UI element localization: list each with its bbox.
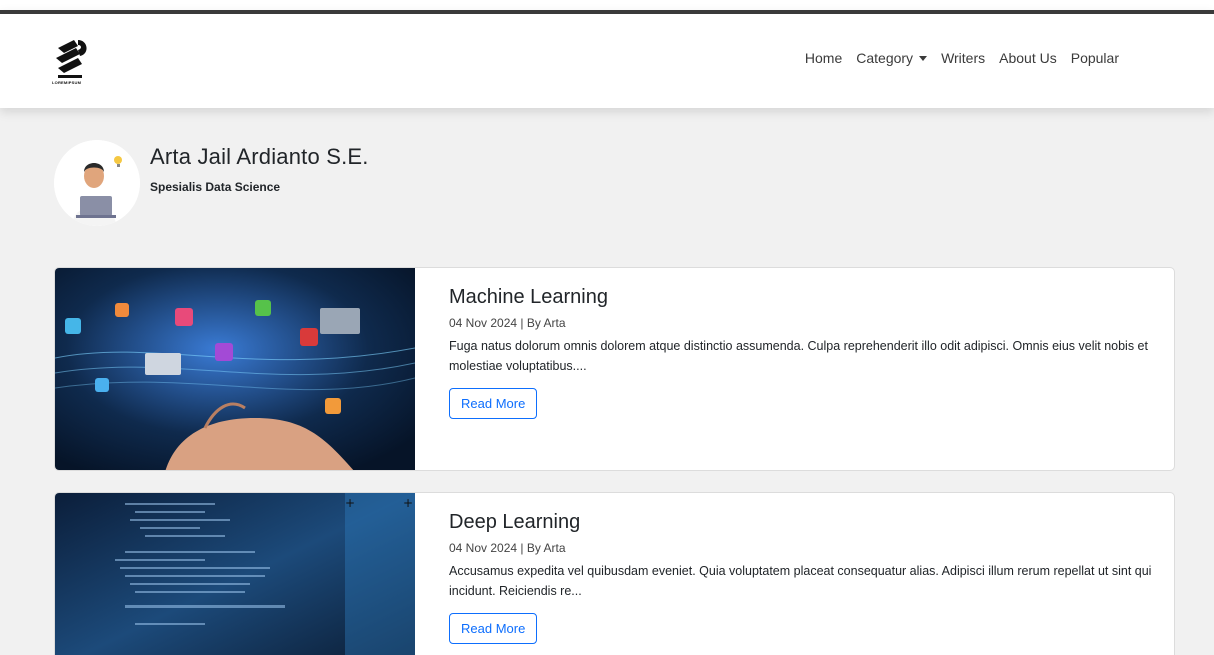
writer-avatar bbox=[54, 140, 140, 226]
nav-writers[interactable]: Writers bbox=[941, 50, 985, 66]
article-body: Deep Learning 04 Nov 2024 | By Arta Accu… bbox=[415, 493, 1174, 655]
writer-name: Arta Jail Ardianto S.E. bbox=[150, 144, 369, 169]
navbar: LOREMIPSUM Home Category Writers About U… bbox=[0, 10, 1214, 108]
read-more-button[interactable]: Read More bbox=[449, 613, 538, 644]
caret-down-icon bbox=[919, 56, 928, 61]
svg-text:+: + bbox=[403, 496, 413, 510]
person-laptop-icon bbox=[54, 140, 140, 226]
read-more-button[interactable]: Read More bbox=[449, 388, 538, 419]
svg-text:+: + bbox=[345, 496, 355, 510]
article-thumbnail[interactable]: + + bbox=[55, 493, 415, 655]
article-meta: 04 Nov 2024 | By Arta bbox=[449, 541, 566, 555]
nav-home[interactable]: Home bbox=[805, 50, 842, 66]
writer-role: Spesialis Data Science bbox=[150, 180, 281, 194]
code-screen-image: + + bbox=[55, 493, 415, 655]
nav-category-dropdown[interactable]: Category bbox=[856, 50, 928, 66]
brand-logo-text: LOREMIPSUM bbox=[52, 80, 82, 85]
article-title[interactable]: Machine Learning bbox=[449, 286, 1160, 309]
article-card: Machine Learning 04 Nov 2024 | By Arta F… bbox=[54, 267, 1175, 471]
main-nav: Home Category Writers About Us Popular bbox=[805, 50, 1119, 66]
article-excerpt: Accusamus expedita vel quibusdam eveniet… bbox=[449, 564, 1152, 598]
nav-popular[interactable]: Popular bbox=[1071, 50, 1119, 66]
article-card: + + Deep Learning 04 Nov 2024 | By Arta … bbox=[54, 492, 1175, 655]
article-meta: 04 Nov 2024 | By Arta bbox=[449, 316, 566, 330]
technology-hand-image bbox=[55, 268, 415, 470]
article-excerpt: Fuga natus dolorum omnis dolorem atque d… bbox=[449, 339, 1148, 373]
article-thumbnail[interactable] bbox=[55, 268, 415, 470]
article-body: Machine Learning 04 Nov 2024 | By Arta F… bbox=[415, 268, 1174, 470]
top-spacer bbox=[0, 0, 1214, 10]
writer-profile: Arta Jail Ardianto S.E. Spesialis Data S… bbox=[54, 140, 369, 226]
brand-logo-icon[interactable] bbox=[52, 36, 92, 86]
nav-about-us[interactable]: About Us bbox=[999, 50, 1057, 66]
writer-info: Arta Jail Ardianto S.E. Spesialis Data S… bbox=[150, 144, 369, 194]
nav-category-label: Category bbox=[856, 50, 914, 66]
article-title[interactable]: Deep Learning bbox=[449, 511, 1160, 534]
